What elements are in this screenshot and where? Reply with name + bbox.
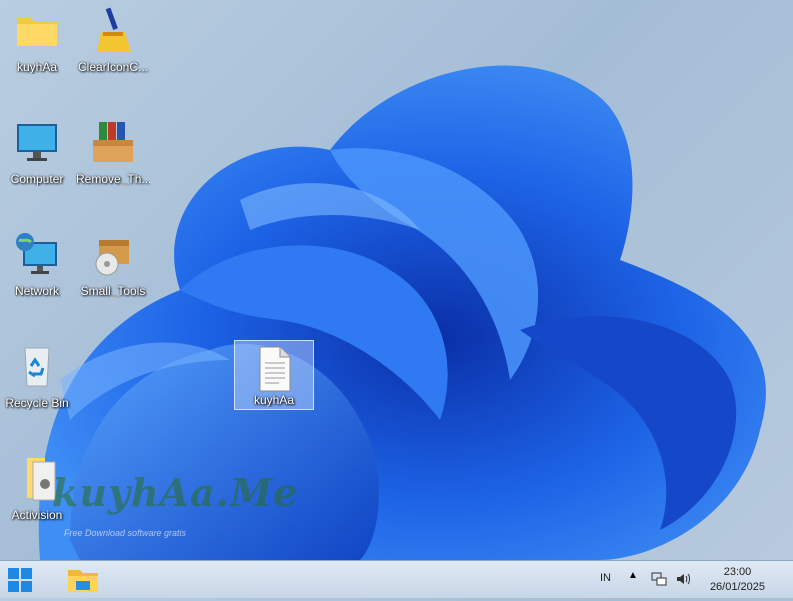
desktop-icon-label: ClearIconC... [77, 60, 149, 74]
desktop-icon-remove-thumbs[interactable]: Remove_Th... [76, 114, 150, 210]
desktop-icon-label: Computer [10, 172, 64, 186]
desktop-icon-network[interactable]: Network [0, 226, 74, 322]
desktop-icon-computer[interactable]: Computer [0, 114, 74, 210]
desktop-icon-label: Remove_Th... [76, 172, 150, 186]
clock[interactable]: 23:00 26/01/2025 [710, 565, 765, 595]
watermark-logo: kuyhAa.Me Free Download software gratis [52, 470, 312, 550]
archive-box-icon [89, 118, 137, 166]
desktop-icon-label: Recycle Bin [5, 396, 69, 410]
monitor-icon [13, 118, 61, 166]
watermark-text: kuyhAa.Me [52, 470, 299, 515]
broom-icon [89, 6, 137, 54]
taskbar: IN ▲ 23:00 26/01/2025 [0, 560, 793, 598]
desktop-icon-label: kuyhAa [16, 60, 58, 74]
chevron-up-icon[interactable]: ▲ [628, 570, 638, 581]
volume-icon[interactable] [675, 571, 691, 592]
watermark-subtitle: Free Download software gratis [64, 528, 187, 538]
folder-icon [13, 6, 61, 54]
network-icon[interactable] [651, 571, 667, 592]
network-globe-icon [13, 230, 61, 278]
start-button[interactable] [6, 566, 34, 594]
taskbar-file-explorer-button[interactable] [64, 564, 102, 596]
text-file-icon [250, 345, 298, 393]
install-box-icon [89, 230, 137, 278]
desktop-icon-label: kuyhAa [253, 393, 295, 407]
clock-date: 26/01/2025 [709, 581, 765, 593]
desktop-icon-label: Network [14, 284, 59, 298]
language-indicator[interactable]: IN [600, 572, 611, 584]
desktop-icon-cleariconcache[interactable]: ClearIconC... [76, 2, 150, 98]
windows-start-icon [8, 568, 32, 592]
file-explorer-icon [68, 570, 98, 592]
desktop-icon-small-tools[interactable]: Small_Tools [76, 226, 150, 322]
desktop-icon-kuyhaa-textfile[interactable]: kuyhAa [234, 340, 314, 410]
clock-time: 23:00 [723, 566, 752, 578]
recycle-bin-icon [13, 342, 61, 390]
desktop-icon-label: Small_Tools [80, 284, 146, 298]
desktop-icon-kuyhaa-folder[interactable]: kuyhAa [0, 2, 74, 98]
desktop-icon-recycle-bin[interactable]: Recycle Bin [0, 338, 74, 434]
